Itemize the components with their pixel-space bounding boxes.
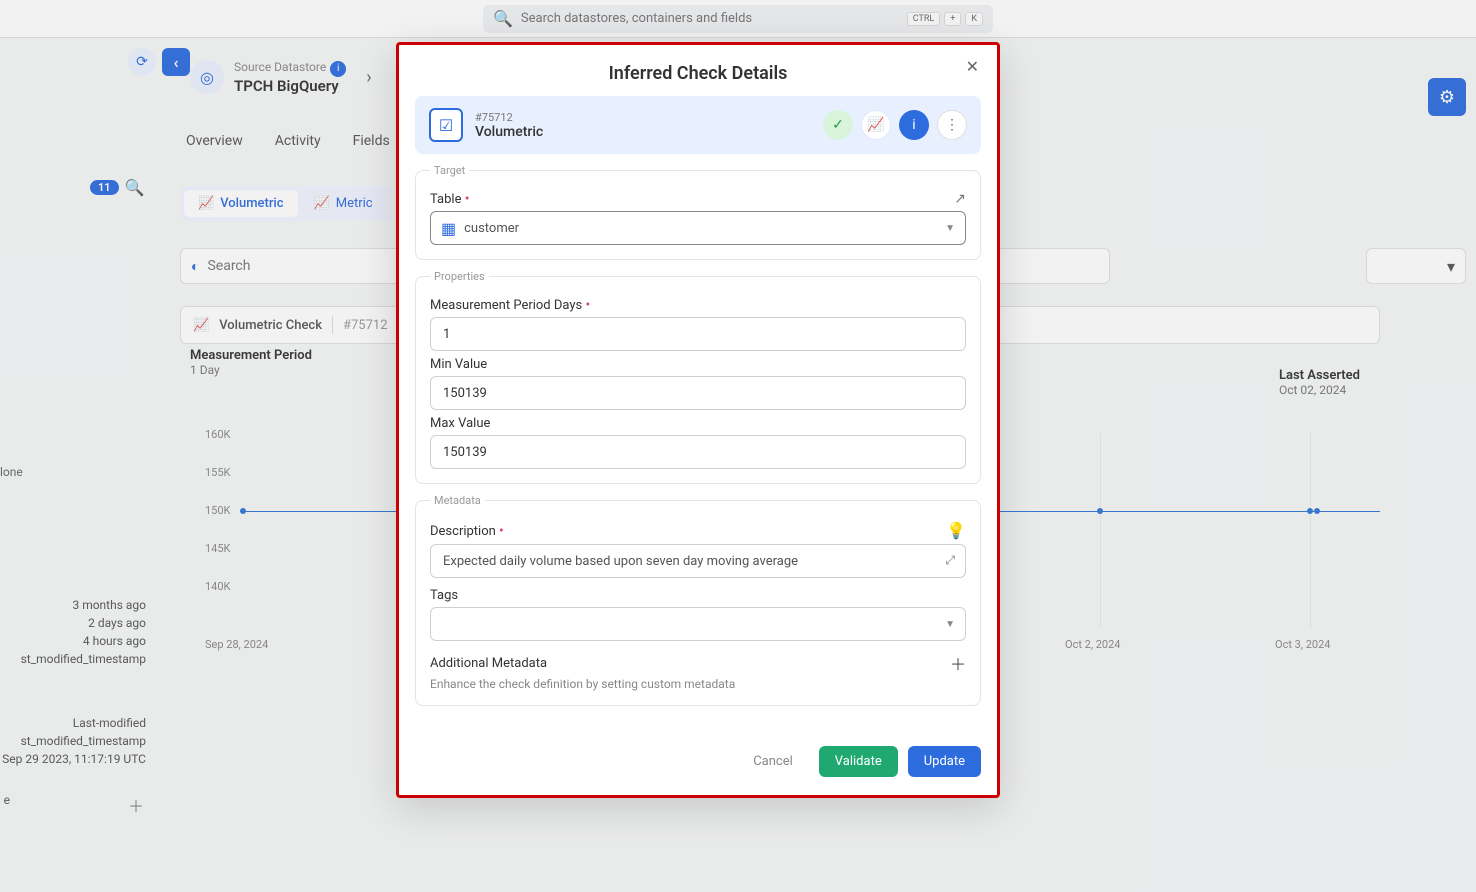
chevron-down-icon: ▼ (945, 223, 955, 234)
mpd-input[interactable]: 1 (430, 317, 966, 351)
cancel-button[interactable]: Cancel (737, 746, 809, 777)
max-label: Max Value (430, 416, 490, 431)
table-icon: ▦ (441, 219, 456, 238)
add-metadata-icon[interactable]: ＋ (950, 651, 966, 675)
status-pass-icon[interactable]: ✓ (823, 110, 853, 140)
tags-select[interactable]: ▼ (430, 607, 966, 641)
check-banner: ☑ #75712 Volumetric ✓ 📈 i ⋮ (415, 96, 981, 154)
metadata-fieldset: Metadata Description • 💡 Expected daily … (415, 494, 981, 706)
chevron-down-icon: ▼ (945, 619, 955, 630)
expand-icon[interactable]: ⤢ (945, 553, 955, 568)
chart-icon[interactable]: 📈 (861, 110, 891, 140)
additional-metadata-label: Additional Metadata (430, 656, 547, 671)
check-id: #75712 (475, 111, 543, 124)
target-legend: Target (430, 164, 469, 177)
description-label: Description (430, 524, 496, 539)
check-type-icon: ☑ (429, 108, 463, 142)
properties-legend: Properties (430, 270, 489, 283)
properties-fieldset: Properties Measurement Period Days • 1 M… (415, 270, 981, 484)
more-menu-icon[interactable]: ⋮ (937, 110, 967, 140)
close-icon[interactable]: ✕ (966, 57, 979, 76)
min-label: Min Value (430, 357, 487, 372)
description-input[interactable]: Expected daily volume based upon seven d… (430, 544, 966, 578)
max-input[interactable]: 150139 (430, 435, 966, 469)
update-button[interactable]: Update (908, 746, 981, 777)
check-name: Volumetric (475, 124, 543, 140)
tags-label: Tags (430, 588, 458, 603)
min-input[interactable]: 150139 (430, 376, 966, 410)
modal-title: Inferred Check Details (609, 63, 788, 84)
table-label: Table (430, 192, 461, 207)
additional-metadata-sub: Enhance the check definition by setting … (430, 677, 966, 691)
mpd-label: Measurement Period Days (430, 298, 582, 313)
table-select[interactable]: ▦ customer ▼ (430, 211, 966, 245)
lightbulb-icon[interactable]: 💡 (946, 521, 966, 540)
info-icon[interactable]: i (899, 110, 929, 140)
table-value: customer (464, 221, 519, 236)
target-fieldset: Target Table • ↗ ▦ customer ▼ (415, 164, 981, 260)
metadata-legend: Metadata (430, 494, 485, 507)
validate-button[interactable]: Validate (819, 746, 898, 777)
open-link-icon[interactable]: ↗ (954, 191, 966, 207)
check-details-modal: Inferred Check Details ✕ ☑ #75712 Volume… (396, 42, 1000, 798)
